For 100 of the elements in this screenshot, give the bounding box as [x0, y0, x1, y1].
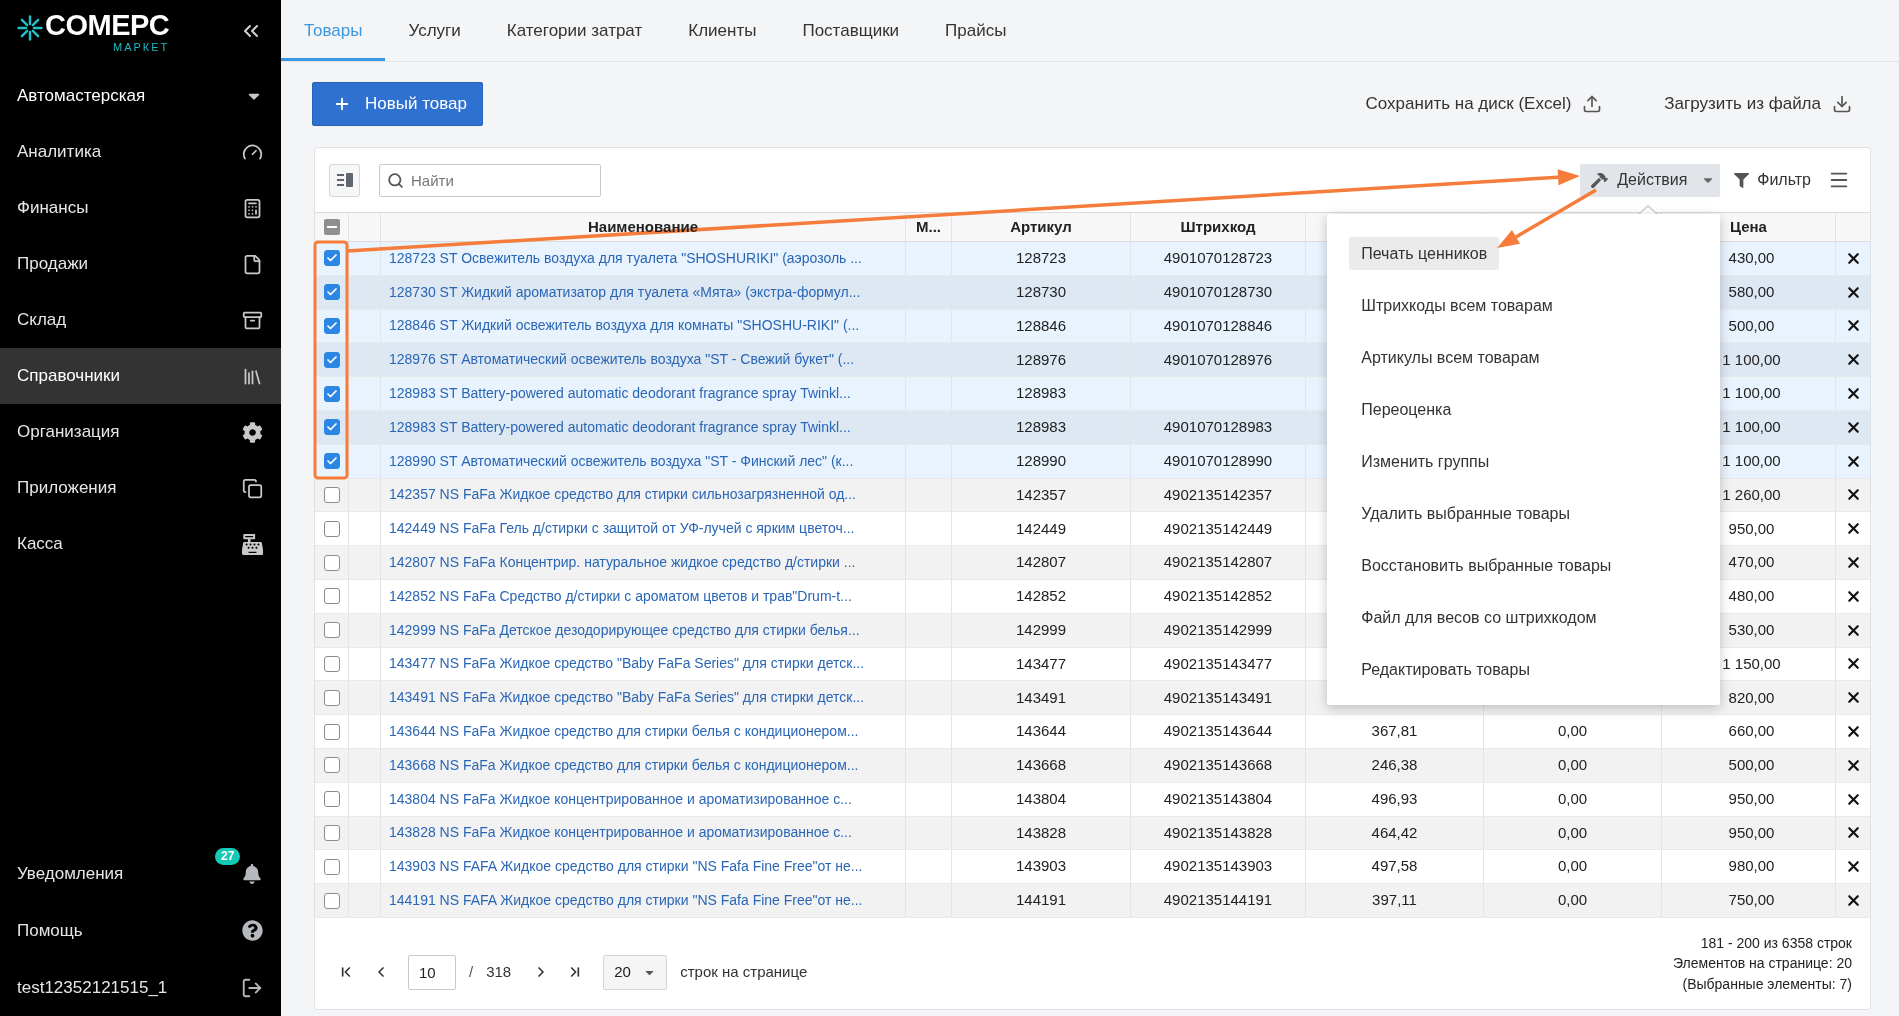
product-link[interactable]: 144191 NS FAFA Жидкое средство для стирки "NS Fafa Fine Free"от не...	[389, 890, 863, 912]
table-cell-text: 500,00	[1728, 755, 1775, 776]
checkbox[interactable]	[323, 791, 340, 808]
plus-icon	[333, 95, 351, 113]
select-all-checkbox[interactable]	[323, 219, 340, 235]
checkbox[interactable]	[323, 622, 340, 639]
sidebar-item[interactable]: Аналитика	[0, 124, 281, 180]
product-link[interactable]: 128723 ST Освежитель воздуха для туалета "SHOSHURIKI" (аэрозоль ...	[389, 247, 862, 269]
sidebar-item[interactable]: Помощь	[0, 902, 281, 959]
page-size-select[interactable]: 20	[603, 954, 668, 990]
save-excel-button[interactable]: Сохранить на диск (Excel)	[1365, 91, 1603, 117]
sidebar-item[interactable]: Уведомления 27	[0, 845, 281, 902]
table-cell-text: 1 100,00	[1722, 383, 1781, 404]
tab[interactable]: Прайсы	[922, 0, 1030, 61]
tab[interactable]: Категории затрат	[483, 0, 666, 61]
checkbox[interactable]	[323, 554, 340, 571]
sidebar-item[interactable]: test12352121515_1	[0, 959, 281, 1016]
product-link[interactable]: 128976 ST Автоматический освежитель воздуха "ST - Свежий букет" (...	[389, 349, 855, 371]
table-cell-text: 142449	[1015, 518, 1067, 539]
table-cell-text: 480,00	[1728, 586, 1775, 607]
checkbox[interactable]	[323, 655, 340, 672]
logo-tagline: МАРКЕТ	[113, 41, 170, 53]
table-cell-text: 530,00	[1728, 619, 1775, 640]
column-header[interactable]: М...	[916, 215, 941, 239]
product-link[interactable]: 128983 ST Battery-powered automatic deodorant fragrance spray Twinkl...	[389, 416, 851, 438]
checkbox[interactable]	[323, 250, 340, 267]
check-icon	[325, 353, 338, 366]
menu-item[interactable]: Печать ценников	[1349, 237, 1500, 270]
table-cell-text: 0,00	[1557, 721, 1588, 742]
tab[interactable]: Услуги	[385, 0, 484, 61]
column-header[interactable]: Наименование	[587, 215, 698, 239]
checkbox[interactable]	[323, 892, 340, 909]
checkbox[interactable]	[323, 858, 340, 875]
table-cell-text: 0,00	[1557, 788, 1588, 809]
checkbox[interactable]	[323, 486, 340, 503]
table-cell-text: 128990	[1015, 450, 1067, 471]
checkbox[interactable]	[323, 318, 340, 334]
product-link[interactable]: 142807 NS FaFa Концентрир. натуральное жидкое средство д/стирки ...	[389, 552, 856, 574]
table-cell-text: 1 100,00	[1722, 349, 1781, 370]
funnel-icon	[1734, 172, 1750, 188]
product-link[interactable]: 142449 NS FaFa Гель д/стирки с защитой от УФ-лучей с ярким цветоч...	[389, 518, 855, 540]
checkbox[interactable]	[323, 453, 340, 470]
checkbox[interactable]	[323, 824, 340, 841]
page-size-label: строк на странице	[680, 962, 808, 983]
product-link[interactable]: 143828 NS FaFa Жидкое концентрированное и ароматизированное с...	[389, 822, 852, 844]
table-cell-text: 820,00	[1728, 687, 1775, 708]
sidebar-item[interactable]: Приложения	[0, 460, 281, 516]
column-header[interactable]: Штрихкод	[1180, 215, 1256, 239]
table-cell-text: 4902135144191	[1163, 890, 1273, 911]
sidebar-item[interactable]: Продажи	[0, 236, 281, 292]
table-cell-text: 4902135143828	[1163, 822, 1273, 843]
product-link[interactable]: 128990 ST Автоматический освежитель воздуха "ST - Финский лес" (к...	[389, 450, 854, 472]
product-link[interactable]: 142999 NS FaFa Детское дезодорирующее средство для стирки белья...	[389, 619, 860, 641]
table-cell-text: 580,00	[1728, 281, 1775, 302]
column-header[interactable]: Артикул	[1010, 215, 1072, 239]
product-link[interactable]: 143668 NS FaFa Жидкое средство для стирки белья с кондиционером...	[389, 754, 859, 776]
search-field[interactable]: Найти	[379, 163, 601, 197]
checkbox[interactable]	[323, 520, 340, 537]
search-icon	[387, 171, 404, 189]
per-page-info: Элементов на странице: 20	[1673, 954, 1852, 974]
total-pages: 318	[486, 962, 512, 983]
checkbox[interactable]	[323, 723, 340, 740]
product-link[interactable]: 143477 NS FaFa Жидкое средство "Baby FaFa Series" для стирки детск...	[389, 653, 865, 675]
checkbox[interactable]	[323, 757, 340, 774]
column-header[interactable]: Цена	[1730, 215, 1767, 239]
product-link[interactable]: 143804 NS FaFa Жидкое концентрированное и ароматизированное с...	[389, 788, 852, 810]
page-input[interactable]: 10	[408, 954, 456, 990]
checkbox[interactable]	[323, 419, 340, 436]
table-cell-text: 246,38	[1371, 755, 1418, 776]
product-link[interactable]: 143903 NS FAFA Жидкое средство для стирки "NS Fafa Fine Free"от не...	[389, 856, 863, 878]
checkbox[interactable]	[323, 385, 340, 402]
checkbox[interactable]	[323, 588, 340, 605]
column-toggle-button[interactable]	[329, 163, 360, 197]
table-cell-text: 750,00	[1728, 890, 1775, 911]
table-cell-text: 980,00	[1728, 856, 1775, 877]
product-link[interactable]: 143491 NS FaFa Жидкое средство "Baby FaFa Series" для стирки детск...	[389, 687, 865, 709]
load-file-button[interactable]: Загрузить из файла	[1664, 91, 1852, 117]
checkbox[interactable]	[323, 284, 340, 301]
product-link[interactable]: 142852 NS FaFa Средство д/стирки с ароматом цветов и трав"Drum-t...	[389, 585, 852, 607]
checkbox[interactable]	[323, 351, 340, 368]
sidebar-item[interactable]: Касса	[0, 516, 281, 572]
new-product-button[interactable]: Новый товар	[312, 82, 483, 126]
logout-icon	[241, 976, 263, 999]
sidebar-item[interactable]: Финансы	[0, 180, 281, 236]
checkbox[interactable]	[323, 689, 340, 706]
actions-button[interactable]: Действия	[1580, 163, 1721, 197]
product-link[interactable]: 128846 ST Жидкий освежитель воздуха для комнаты "SHOSHU-RIKI" (...	[389, 315, 860, 337]
product-link[interactable]: 128730 ST Жидкий ароматизатор для туалета «Мята» (экстра-формул...	[389, 281, 861, 303]
product-link[interactable]: 128983 ST Battery-powered automatic deodorant fragrance spray Twinkl...	[389, 383, 851, 405]
sidebar-item[interactable]: Справочники	[0, 348, 281, 404]
sidebar-item[interactable]: Организация	[0, 404, 281, 460]
sidebar-item[interactable]: Склад	[0, 292, 281, 348]
filter-button[interactable]: Фильтр	[1734, 168, 1811, 192]
organization-selector[interactable]: Автомастерская	[0, 68, 281, 124]
table-cell-text: 142852	[1015, 586, 1067, 607]
product-link[interactable]: 143644 NS FaFa Жидкое средство для стирки белья с кондиционером...	[389, 721, 859, 743]
tab[interactable]: Клиенты	[665, 0, 780, 61]
product-link[interactable]: 142357 NS FaFa Жидкое средство для стирки сильнозагрязненной од...	[389, 484, 856, 506]
tab[interactable]: Поставщики	[779, 0, 923, 61]
stacked-windows-icon	[242, 477, 263, 499]
